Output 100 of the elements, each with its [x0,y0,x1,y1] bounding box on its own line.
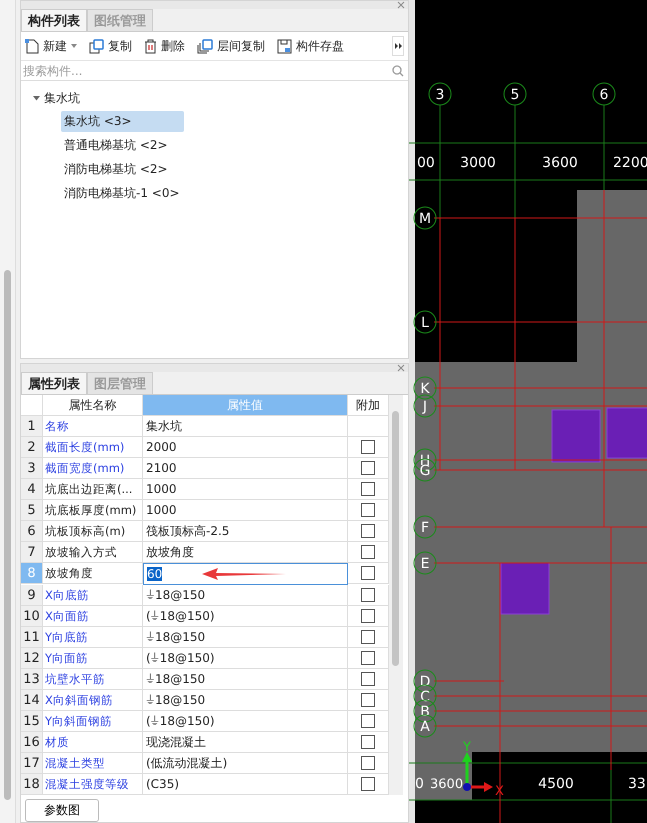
property-name: Y向底筋 [43,627,143,648]
row-number[interactable]: 12 [21,648,43,669]
property-name: 坑底板厚度(mm) [43,500,143,521]
property-value[interactable]: ⏚18@150 [143,585,348,606]
caret-icon [71,44,77,48]
checkbox[interactable] [361,672,375,686]
scrollbar[interactable] [389,395,403,795]
checkbox[interactable] [361,461,375,475]
property-value[interactable]: (C35) [143,774,348,795]
row-number[interactable]: 3 [21,458,43,479]
property-name: 名称 [43,416,143,437]
search-field[interactable]: 搜索构件... [23,64,392,78]
panel-tab[interactable]: 属性列表 [21,372,87,394]
panel-tab[interactable]: 构件列表 [21,9,87,31]
checkbox[interactable] [361,693,375,707]
tree-item[interactable]: 普通电梯基坑 <2> [61,134,171,156]
axis-label: F [414,516,436,538]
row-number[interactable]: 15 [21,711,43,732]
scrollbar-thumb[interactable] [4,270,11,800]
property-value[interactable]: 2100 [143,458,348,479]
property-value[interactable]: 1000 [143,479,348,500]
tree-item[interactable]: 消防电梯基坑 <2> [61,158,171,180]
toolbar-button[interactable]: 删除 [144,38,185,54]
property-name: 放坡角度 [43,563,143,584]
property-name: 混凝土类型 [43,753,143,774]
expand-caret-icon[interactable] [33,94,40,102]
row-number[interactable]: 2 [21,437,43,458]
toolbar-button[interactable]: 构件存盘 [277,38,344,54]
row-number[interactable]: 18 [21,774,43,795]
toolbar-button[interactable]: 新建 [25,38,77,54]
property-value[interactable]: (⏚18@150) [143,711,348,732]
double-arrow-icon [394,43,402,49]
property-name: X向底筋 [43,585,143,606]
property-value[interactable]: 集水坑 [143,416,348,437]
dimension-label: 3000 [460,155,496,171]
property-name: 坑板顶标高(m) [43,521,143,542]
row-number[interactable]: 5 [21,500,43,521]
checkbox[interactable] [361,524,375,538]
property-name: 截面宽度(mm) [43,458,143,479]
checkbox[interactable] [361,714,375,728]
property-value[interactable]: 现浇混凝土 [143,732,348,753]
property-value[interactable]: (⏚18@150) [143,606,348,627]
pit-rect [500,562,550,614]
row-number[interactable]: 13 [21,669,43,690]
pit-rect [552,410,600,462]
toolbar-button[interactable]: 层间复制 [197,38,265,54]
row-number[interactable]: 14 [21,690,43,711]
tree-item[interactable]: 消防电梯基坑-1 <0> [61,182,183,204]
property-name: 坑壁水平筋 [43,669,143,690]
axis-label: J [414,394,436,418]
tree-item[interactable]: 集水坑 <3> [61,110,184,132]
property-name: 坑底出边距离(... [43,479,143,500]
checkbox[interactable] [361,588,375,602]
checkbox[interactable] [361,735,375,749]
property-value[interactable]: 1000 [143,500,348,521]
checkbox[interactable] [361,440,375,454]
checkbox[interactable] [361,777,375,791]
y-axis-letter: Y [463,740,471,755]
diagram-button[interactable]: 参数图 [25,799,99,822]
more-button[interactable] [392,36,404,56]
property-value[interactable]: ⏚18@150 [143,690,348,711]
property-value[interactable]: (低流动混凝土) [143,753,348,774]
property-value[interactable]: 放坡角度 [143,542,348,563]
column-header: 属性值 [143,395,348,416]
row-number[interactable]: 4 [21,479,43,500]
checkbox[interactable] [361,630,375,644]
tree-item[interactable]: 集水坑 [44,90,80,106]
close-icon[interactable] [397,1,405,9]
checkbox[interactable] [361,545,375,559]
row-number[interactable]: 6 [21,521,43,542]
property-name: 材质 [43,732,143,753]
checkbox[interactable] [361,482,375,496]
close-icon[interactable] [397,364,405,372]
splitter[interactable] [409,0,415,823]
axis-label: K [414,376,436,400]
property-name: 截面长度(mm) [43,437,143,458]
copy-icon [89,38,104,54]
property-value[interactable]: 筏板顶标高-2.5 [143,521,348,542]
value-input[interactable]: 60 [143,563,348,585]
property-value[interactable]: ⏚18@150 [143,627,348,648]
row-number[interactable]: 17 [21,753,43,774]
property-value[interactable]: ⏚18@150 [143,669,348,690]
property-value[interactable]: (⏚18@150) [143,648,348,669]
checkbox[interactable] [361,609,375,623]
checkbox[interactable] [361,503,375,517]
row-number[interactable]: 9 [21,585,43,606]
dimension-label: 3600 [542,155,578,171]
row-number[interactable]: 1 [21,416,43,437]
toolbar-button[interactable]: 复制 [89,38,132,54]
property-value[interactable]: 2000 [143,437,348,458]
checkbox[interactable] [361,566,375,580]
dimension-label: 33 [628,776,646,792]
checkbox[interactable] [361,651,375,665]
row-number[interactable]: 7 [21,542,43,563]
dimension-label: 0 [415,776,424,792]
row-number[interactable]: 16 [21,732,43,753]
row-number[interactable]: 10 [21,606,43,627]
checkbox[interactable] [361,756,375,770]
new-document-icon [25,38,39,54]
row-number[interactable]: 11 [21,627,43,648]
